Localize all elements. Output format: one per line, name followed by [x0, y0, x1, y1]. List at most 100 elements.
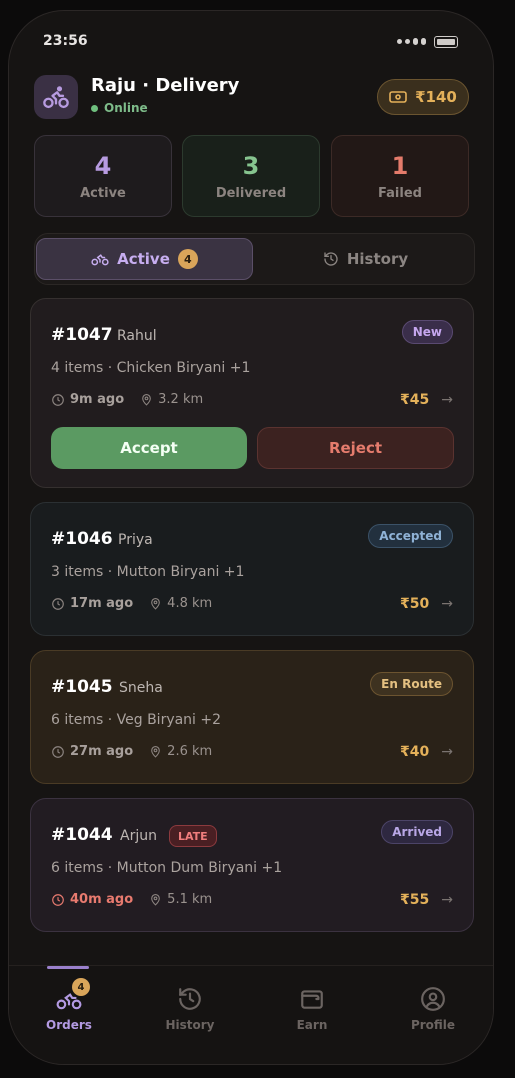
customer-name: Sneha	[119, 680, 163, 696]
order-card[interactable]: #1047 Rahul New 4 items · Chicken Biryan…	[30, 298, 474, 488]
location-pin-icon	[151, 893, 161, 906]
order-card[interactable]: #1045 Sneha En Route 6 items · Veg Birya…	[30, 650, 474, 784]
online-status-label: Online	[104, 101, 148, 115]
status-badge: En Route	[370, 672, 453, 696]
order-age: 40m ago	[70, 892, 134, 907]
arrow-right-icon[interactable]: →	[441, 596, 453, 612]
arrow-right-icon[interactable]: →	[441, 392, 453, 408]
order-price-value: ₹45	[400, 392, 430, 408]
order-id: #1047	[51, 325, 113, 345]
tab-active-label: Active	[117, 250, 170, 268]
arrow-right-icon[interactable]: →	[441, 744, 453, 760]
stat-failed-label: Failed	[378, 186, 422, 201]
nav-label: Profile	[410, 1018, 456, 1032]
nav-label: History	[165, 1018, 215, 1032]
nav-active-indicator	[47, 966, 89, 969]
tab-active-count: 4	[177, 249, 198, 269]
clock-icon	[52, 745, 64, 758]
location-pin-icon	[151, 745, 161, 758]
order-items: 3 items · Mutton Biryani +1	[51, 564, 245, 580]
customer-name: Priya	[118, 532, 153, 548]
location-pin-icon	[142, 393, 151, 406]
clock-icon	[52, 393, 64, 406]
order-items: 4 items · Chicken Biryani +1	[51, 360, 251, 376]
status-time: 23:56	[43, 33, 88, 49]
wallet-button[interactable]: ₹140	[377, 79, 469, 115]
order-id: #1045	[51, 677, 113, 697]
history-icon	[177, 986, 203, 1012]
clock-icon	[52, 893, 64, 906]
order-price-value: ₹40	[400, 744, 430, 760]
order-distance: 5.1 km	[167, 892, 213, 907]
online-dot-icon	[91, 104, 98, 112]
customer-name: Arjun	[120, 828, 157, 844]
bike-icon	[91, 254, 109, 266]
bike-avatar-icon	[34, 75, 78, 119]
cash-icon	[389, 91, 407, 103]
nav-orders-badge: 4	[72, 978, 90, 996]
order-price-value: ₹50	[400, 596, 430, 612]
bottom-nav: 4 Orders History Earn Profile	[9, 965, 493, 1064]
order-meta: 9m ago 3.2 km	[51, 392, 203, 407]
reject-button[interactable]: Reject	[257, 427, 454, 469]
signal-icon	[397, 38, 426, 45]
nav-label: Orders	[46, 1018, 92, 1032]
phone-frame: 23:56 Raju · Delivery Online ₹140 4 Acti…	[8, 10, 494, 1065]
wallet-amount: ₹140	[415, 88, 457, 106]
order-price: ₹50 →	[400, 596, 453, 612]
order-age: 17m ago	[70, 596, 134, 611]
stat-active-value: 4	[94, 152, 112, 180]
order-price: ₹55 →	[400, 892, 453, 908]
status-badge: Accepted	[368, 524, 453, 548]
order-id: #1046	[51, 529, 113, 549]
tab-history-label: History	[346, 250, 409, 268]
nav-item-profile[interactable]: Profile	[373, 966, 493, 1032]
bike-icon: 4	[56, 978, 90, 1012]
nav-item-earn[interactable]: Earn	[252, 966, 372, 1032]
order-price-value: ₹55	[400, 892, 430, 908]
status-badge: Arrived	[381, 820, 453, 844]
nav-item-history[interactable]: History	[130, 966, 250, 1032]
stat-active-label: Active	[80, 186, 126, 201]
order-age: 9m ago	[70, 392, 125, 407]
stat-failed-card: 1 Failed	[331, 135, 469, 217]
clock-icon	[52, 597, 64, 610]
late-badge: LATE	[169, 825, 217, 847]
user-circle-icon	[420, 986, 446, 1012]
order-age: 27m ago	[70, 744, 134, 759]
order-id: #1044	[51, 825, 113, 845]
order-meta: 40m ago 5.1 km	[51, 892, 212, 907]
status-bar: 23:56	[9, 31, 493, 53]
order-distance: 3.2 km	[158, 392, 204, 407]
order-meta: 17m ago 4.8 km	[51, 596, 212, 611]
order-distance: 2.6 km	[167, 744, 213, 759]
courier-name: Raju · Delivery	[91, 75, 240, 96]
stat-active-card: 4 Active	[34, 135, 172, 217]
arrow-right-icon[interactable]: →	[441, 892, 453, 908]
location-pin-icon	[151, 597, 161, 610]
order-price: ₹45 →	[400, 392, 453, 408]
order-meta: 27m ago 2.6 km	[51, 744, 212, 759]
order-distance: 4.8 km	[167, 596, 213, 611]
history-icon	[324, 252, 338, 266]
stat-failed-value: 1	[391, 152, 409, 180]
status-badge: New	[401, 320, 453, 344]
tab-history[interactable]: History	[257, 238, 474, 280]
tab-active[interactable]: Active 4	[36, 238, 253, 280]
wallet-icon	[299, 986, 325, 1012]
accept-button[interactable]: Accept	[51, 427, 247, 469]
order-price: ₹40 →	[400, 744, 453, 760]
nav-item-orders[interactable]: 4 Orders	[9, 966, 129, 1032]
customer-name: Rahul	[117, 328, 157, 344]
nav-label: Earn	[296, 1018, 328, 1032]
order-tabs: Active 4 History	[34, 233, 475, 285]
online-status: Online	[91, 101, 148, 115]
battery-icon	[434, 36, 458, 48]
stat-delivered-label: Delivered	[215, 186, 287, 201]
stat-delivered-value: 3	[242, 152, 260, 180]
order-items: 6 items · Mutton Dum Biryani +1	[51, 860, 283, 876]
stat-delivered-card: 3 Delivered	[182, 135, 320, 217]
order-items: 6 items · Veg Biryani +2	[51, 712, 222, 728]
order-card[interactable]: #1046 Priya Accepted 3 items · Mutton Bi…	[30, 502, 474, 636]
order-card[interactable]: #1044 Arjun LATE Arrived 6 items · Mutto…	[30, 798, 474, 932]
